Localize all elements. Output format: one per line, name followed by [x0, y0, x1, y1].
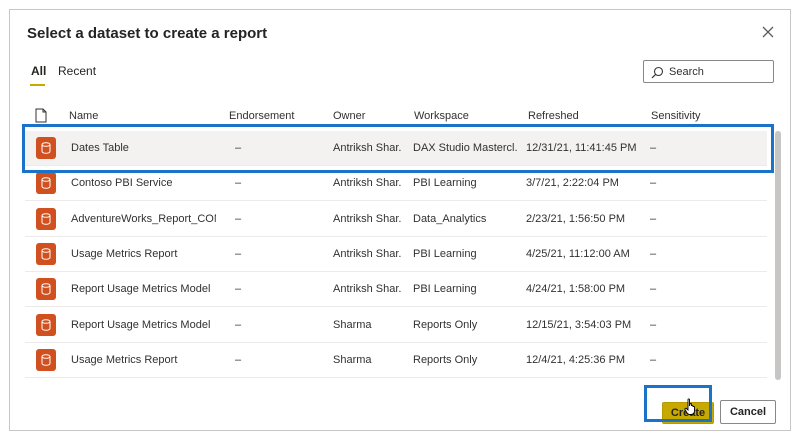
cell-sensitivity: – — [650, 177, 657, 190]
search-input[interactable]: Search — [643, 60, 774, 83]
tab-active-indicator — [30, 84, 45, 86]
cell-refreshed: 12/4/21, 4:25:36 PM — [526, 353, 626, 366]
table-row[interactable]: Usage Metrics Report – Antriksh Shar... PBI… — [25, 237, 767, 272]
cell-name: Contoso PBI Service — [71, 177, 173, 190]
cell-name: Report Usage Metrics Model — [71, 283, 211, 296]
cell-workspace: Reports Only — [413, 353, 478, 366]
dataset-icon — [36, 348, 56, 371]
dataset-icon — [36, 207, 56, 230]
scrollbar[interactable] — [775, 131, 781, 380]
cell-refreshed: 4/24/21, 1:58:00 PM — [526, 283, 626, 296]
cell-workspace: PBI Learning — [413, 283, 477, 296]
cell-owner: Antriksh Shar... — [333, 177, 401, 190]
tab-recent[interactable]: Recent — [58, 64, 96, 78]
column-endorsement[interactable]: Endorsement — [229, 110, 294, 122]
cell-sensitivity: – — [650, 318, 657, 331]
cell-sensitivity: – — [650, 283, 657, 296]
table-row[interactable]: Report Usage Metrics Model – Antriksh Shar… — [25, 272, 767, 308]
dataset-icon — [36, 278, 56, 301]
cell-refreshed: 12/31/21, 11:41:45 PM — [526, 142, 637, 154]
column-name[interactable]: Name — [69, 110, 98, 122]
cell-sensitivity: – — [650, 247, 657, 260]
cell-owner: Sharma — [333, 353, 372, 366]
cell-endorsement: – — [235, 283, 242, 296]
close-icon[interactable] — [760, 24, 776, 40]
table-row[interactable]: Contoso PBI Service – Antriksh Shar... PBI … — [25, 166, 767, 202]
cell-name: Usage Metrics Report — [71, 353, 178, 366]
cell-workspace: Data_Analytics — [413, 212, 487, 225]
table-row[interactable]: Dates Table – Antriksh Shar... DAX Studio M… — [25, 131, 767, 166]
cell-workspace: Reports Only — [413, 318, 478, 331]
cell-endorsement: – — [235, 353, 242, 366]
create-button[interactable]: Create — [662, 402, 714, 424]
cell-endorsement: – — [235, 142, 242, 154]
search-placeholder: Search — [669, 66, 704, 78]
cell-name: Dates Table — [71, 142, 129, 154]
table-header: Name Endorsement Owner Workspace Refresh… — [10, 106, 770, 126]
cell-refreshed: 12/15/21, 3:54:03 PM — [526, 318, 632, 331]
cell-name: AdventureWorks_Report_COM... — [71, 212, 216, 225]
cell-workspace: PBI Learning — [413, 177, 477, 190]
file-icon — [35, 108, 47, 123]
cell-sensitivity: – — [650, 353, 657, 366]
cell-owner: Antriksh Shar... — [333, 247, 401, 260]
dialog: Select a dataset to create a report All … — [9, 9, 791, 431]
cell-workspace: DAX Studio Mastercl... — [413, 142, 517, 154]
cell-owner: Sharma — [333, 318, 372, 331]
cell-sensitivity: – — [650, 142, 657, 154]
cell-sensitivity: – — [650, 212, 657, 225]
cell-endorsement: – — [235, 212, 242, 225]
cell-name: Usage Metrics Report — [71, 247, 178, 260]
column-workspace[interactable]: Workspace — [414, 110, 469, 122]
tab-all[interactable]: All — [31, 64, 46, 78]
search-icon — [651, 66, 664, 79]
cell-workspace: PBI Learning — [413, 247, 477, 260]
cell-owner: Antriksh Shar... — [333, 212, 401, 225]
table-row[interactable]: Report Usage Metrics Model – Sharma Reports… — [25, 308, 767, 343]
cell-endorsement: – — [235, 247, 242, 260]
cell-owner: Antriksh Shar... — [333, 283, 401, 296]
cell-endorsement: – — [235, 318, 242, 331]
dataset-icon — [36, 137, 56, 159]
dataset-icon — [36, 313, 56, 336]
table-row[interactable]: AdventureWorks_Report_COM... – Antriksh Sh… — [25, 202, 767, 237]
cell-name: Report Usage Metrics Model — [71, 318, 211, 331]
cell-refreshed: 2/23/21, 1:56:50 PM — [526, 212, 626, 225]
column-owner[interactable]: Owner — [333, 110, 365, 122]
cancel-button[interactable]: Cancel — [720, 400, 776, 424]
cell-endorsement: – — [235, 177, 242, 190]
dataset-icon — [36, 172, 56, 195]
column-refreshed[interactable]: Refreshed — [528, 110, 579, 122]
dataset-icon — [36, 242, 56, 265]
column-sensitivity[interactable]: Sensitivity — [651, 110, 701, 122]
cell-refreshed: 4/25/21, 11:12:00 AM — [526, 247, 630, 260]
table-row[interactable]: Usage Metrics Report – Sharma Reports Only 1… — [25, 343, 767, 378]
cell-refreshed: 3/7/21, 2:22:04 PM — [526, 177, 619, 190]
cell-owner: Antriksh Shar... — [333, 142, 401, 154]
dialog-title: Select a dataset to create a report — [27, 25, 268, 42]
